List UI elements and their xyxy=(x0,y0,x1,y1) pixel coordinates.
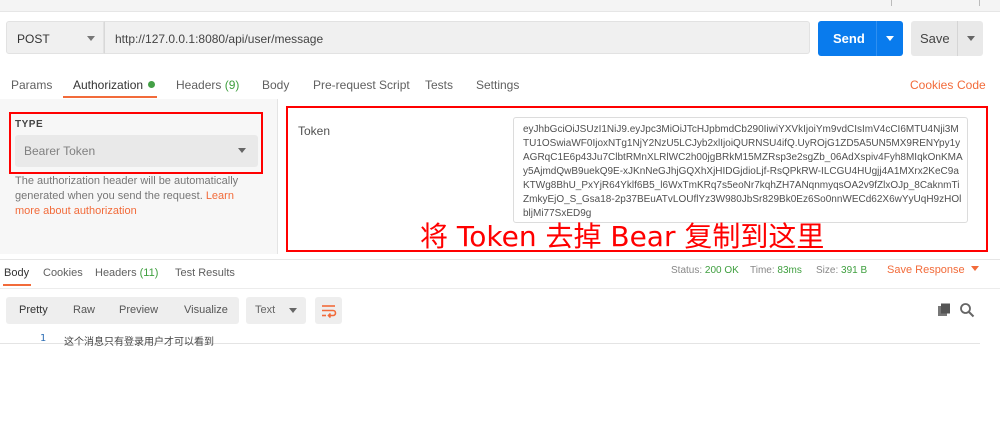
response-tab-test-results[interactable]: Test Results xyxy=(175,267,235,279)
tab-pre-request-script[interactable]: Pre-request Script xyxy=(313,78,410,92)
divider xyxy=(957,21,958,56)
tab-params[interactable]: Params xyxy=(11,78,52,92)
method-value: POST xyxy=(17,32,50,46)
search-icon[interactable] xyxy=(959,302,975,318)
save-button[interactable]: Save xyxy=(911,21,983,56)
url-input[interactable]: http://127.0.0.1:8080/api/user/message xyxy=(104,21,810,54)
view-mode-toggle: Pretty Raw Preview Visualize xyxy=(6,297,239,324)
divider xyxy=(876,21,877,56)
time-readout: Time: 83ms xyxy=(750,265,802,276)
send-button[interactable]: Send xyxy=(818,21,903,56)
divider xyxy=(0,288,1000,289)
wrap-lines-button[interactable] xyxy=(315,297,342,324)
format-value: Text xyxy=(255,304,276,316)
line-number: 1 xyxy=(40,333,47,344)
divider xyxy=(0,259,1000,260)
tab-body[interactable]: Body xyxy=(262,78,289,92)
request-tabs: Params Authorization Headers (9) Body Pr… xyxy=(0,72,1000,99)
auth-help-text: The authorization header will be automat… xyxy=(15,175,239,217)
response-tab-cookies[interactable]: Cookies xyxy=(43,267,83,279)
save-response-button[interactable]: Save Response xyxy=(887,264,979,276)
cookies-link[interactable]: Cookies xyxy=(910,78,953,92)
response-tab-headers[interactable]: Headers (11) xyxy=(95,267,158,279)
view-preview[interactable]: Preview xyxy=(119,304,158,316)
tab-settings[interactable]: Settings xyxy=(476,78,519,92)
active-dot-icon xyxy=(148,81,156,88)
tab-authorization[interactable]: Authorization xyxy=(73,78,156,92)
divider xyxy=(891,0,892,6)
view-pretty[interactable]: Pretty xyxy=(19,304,48,316)
response-body-text[interactable]: 这个消息只有登录用户才可以看到 xyxy=(64,333,214,348)
annotation-text: 将 Token 去掉 Bear 复制到这里 xyxy=(420,220,825,253)
method-select[interactable]: POST xyxy=(6,21,104,54)
tab-tests[interactable]: Tests xyxy=(425,78,453,92)
copy-icon[interactable] xyxy=(936,302,952,318)
annotation-box-type xyxy=(9,112,263,174)
view-visualize[interactable]: Visualize xyxy=(184,304,228,316)
chevron-down-icon[interactable] xyxy=(967,36,975,41)
chevron-down-icon[interactable] xyxy=(886,36,894,41)
response-tab-body[interactable]: Body xyxy=(4,267,29,279)
tab-headers[interactable]: Headers (9) xyxy=(176,78,239,92)
active-tab-underline xyxy=(63,96,157,98)
url-value: http://127.0.0.1:8080/api/user/message xyxy=(115,32,324,46)
active-tab-underline xyxy=(3,284,31,286)
save-label: Save xyxy=(920,31,950,46)
view-raw[interactable]: Raw xyxy=(73,304,95,316)
chevron-down-icon xyxy=(289,308,297,313)
chevron-down-icon xyxy=(970,266,979,271)
status-readout: Status: 200 OK xyxy=(671,265,739,276)
wrap-lines-icon xyxy=(322,305,337,319)
window-top-strip xyxy=(0,0,1000,12)
size-readout: Size: 391 B xyxy=(816,265,868,276)
send-label: Send xyxy=(833,31,865,46)
divider xyxy=(979,0,980,6)
format-select[interactable]: Text xyxy=(246,297,306,324)
chevron-down-icon xyxy=(87,36,95,41)
code-link[interactable]: Code xyxy=(957,78,986,92)
